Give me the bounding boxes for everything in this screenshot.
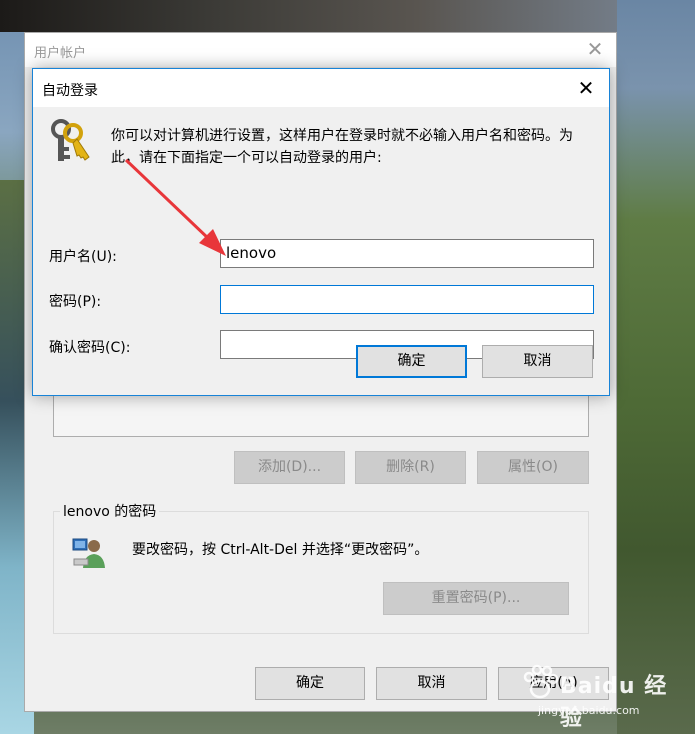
dialog-cancel-button[interactable]: 取消 [482, 345, 593, 378]
username-field[interactable]: lenovo [220, 239, 594, 268]
remove-user-button[interactable]: 删除(R) [355, 451, 466, 484]
password-group [53, 511, 589, 634]
desktop-wallpaper-right [617, 0, 695, 734]
desktop-wallpaper-top [0, 0, 695, 32]
user-accounts-title: 用户帐户 [34, 46, 87, 61]
close-icon[interactable]: ✕ [584, 38, 606, 60]
reset-password-button[interactable]: 重置密码(P)... [383, 582, 569, 615]
dialog-title: 自动登录 [42, 83, 98, 99]
auto-logon-dialog: 自动登录 ✕ 你可以对计算机进行设置，这样用户在登录时就不必输入用户名和密码。为… [32, 68, 610, 396]
outer-cancel-button[interactable]: 取消 [376, 667, 487, 700]
outer-ok-button[interactable]: 确定 [255, 667, 365, 700]
close-icon[interactable]: ✕ [575, 77, 597, 99]
dialog-content: 你可以对计算机进行设置，这样用户在登录时就不必输入用户名和密码。为此，请在下面指… [33, 107, 609, 395]
keys-icon [51, 119, 90, 161]
dialog-titlebar: 自动登录 ✕ [33, 69, 609, 107]
properties-button[interactable]: 属性(O) [477, 451, 589, 484]
add-user-button[interactable]: 添加(D)... [234, 451, 345, 484]
user-accounts-titlebar: 用户帐户 ✕ [25, 33, 616, 67]
users-list[interactable] [53, 393, 589, 437]
watermark-main: Baidu 经验 [560, 674, 668, 731]
dialog-description: 你可以对计算机进行设置，这样用户在登录时就不必输入用户名和密码。为此，请在下面指… [111, 128, 573, 166]
password-group-title: lenovo 的密码 [60, 501, 160, 521]
password-field[interactable] [220, 285, 594, 314]
user-keyboard-icon [72, 538, 105, 568]
username-label: 用户名(U): [49, 249, 117, 265]
paw-icon [523, 664, 559, 699]
baidu-watermark: Baidu 经验 jingyan.baidu.com [520, 660, 690, 731]
dialog-ok-button[interactable]: 确定 [356, 345, 467, 378]
confirm-password-label: 确认密码(C): [49, 340, 131, 356]
watermark-sub: jingyan.baidu.com [538, 704, 640, 717]
change-password-message: 要改密码，按 Ctrl-Alt-Del 并选择“更改密码”。 [132, 542, 429, 558]
password-label: 密码(P): [49, 294, 102, 310]
